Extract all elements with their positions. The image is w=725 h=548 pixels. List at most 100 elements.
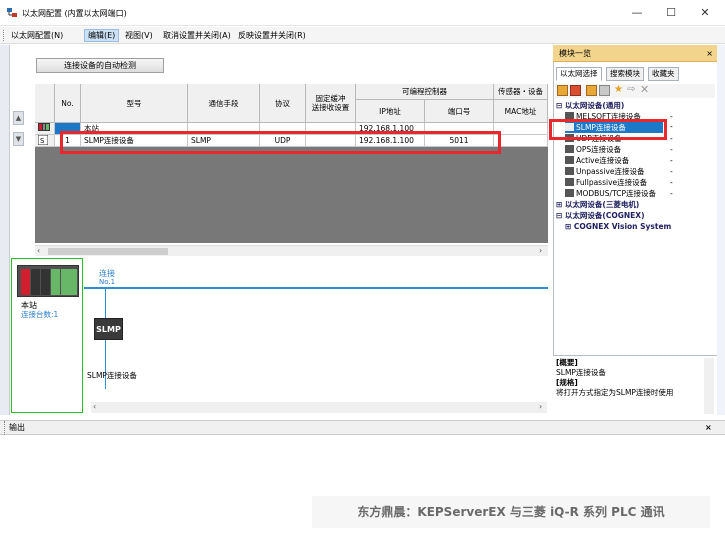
tree-item-fullpassive[interactable]: Fullpassive连接设备 - — [565, 177, 673, 188]
scroll-thumb[interactable] — [48, 248, 168, 255]
tree-label: Unpassive连接设备 — [576, 167, 645, 176]
right-dock-strip — [717, 45, 725, 415]
tree-group-cognex[interactable]: ⊟ 以太网设备(COGNEX) — [556, 210, 645, 221]
watermark-caption: 东方鼎晨：KEPServerEX 与三菱 iQ-R 系列 PLC 通讯 — [312, 496, 710, 528]
device-icon — [565, 156, 574, 164]
row-header[interactable]: S — [35, 135, 55, 147]
tree-item-active[interactable]: Active连接设备 - — [565, 155, 673, 166]
minimize-button[interactable]: — — [623, 4, 651, 22]
network-bus-line — [84, 287, 548, 289]
module-panel-title-text: 模块一览 — [559, 49, 591, 58]
desc-spec-title: [规格] — [556, 378, 578, 387]
expand-icon[interactable] — [586, 85, 597, 96]
description-scrollbar[interactable] — [704, 358, 714, 414]
device-icon — [565, 145, 574, 153]
plc-icon — [38, 123, 50, 131]
favorite-star-icon[interactable]: ★ — [614, 84, 623, 95]
network-app-icon — [7, 8, 17, 17]
delete-icon[interactable]: ✕ — [640, 83, 649, 96]
tree-item-modbus[interactable]: MODBUS/TCP连接设备 - — [565, 188, 673, 199]
station-count: 连接台数:1 — [21, 310, 59, 319]
col-ip[interactable]: IP地址 — [356, 100, 425, 123]
maximize-button[interactable]: ☐ — [657, 4, 685, 22]
tree-label: OPS连接设备 — [576, 145, 622, 154]
collapse-icon[interactable] — [599, 85, 610, 96]
auto-detect-button[interactable]: 连接设备的自动检测 — [36, 58, 164, 73]
add-favorite-icon[interactable]: ⇨ — [627, 84, 635, 95]
close-button[interactable]: ✕ — [691, 4, 719, 22]
grid-corner — [35, 84, 55, 123]
annotation-highlight-module — [549, 119, 667, 140]
module-panel-close-icon[interactable]: × — [706, 45, 713, 62]
tree-suffix: - — [670, 134, 673, 143]
device-icon — [565, 189, 574, 197]
annotation-highlight-row — [60, 131, 501, 154]
expand-icon[interactable]: ⊞ — [556, 200, 562, 209]
tree-suffix: - — [670, 122, 673, 131]
tab-search-module[interactable]: 搜索模块 — [606, 67, 644, 81]
col-no[interactable]: No. — [55, 84, 81, 123]
col-fixed-buffer[interactable]: 固定缓冲 送接收设置 — [306, 84, 356, 123]
menu-apply-close[interactable]: 反映设置并关闭(R) — [235, 30, 309, 41]
menu-ethernet-config[interactable]: 以太网配置(N) — [8, 30, 66, 41]
svg-text:S: S — [40, 137, 45, 145]
scroll-right-icon[interactable]: › — [539, 402, 542, 411]
row-down-button[interactable]: ▼ — [13, 132, 24, 146]
tree-group-general[interactable]: ⊟ 以太网设备(通用) — [556, 100, 624, 111]
scroll-right-icon[interactable]: › — [539, 246, 542, 255]
table-cell[interactable] — [494, 135, 548, 147]
tab-ethernet-select[interactable]: 以太网选择 — [556, 67, 602, 81]
col-comm-method[interactable]: 通信手段 — [188, 84, 260, 123]
tree-suffix: - — [670, 189, 673, 198]
menu-view[interactable]: 视图(V) — [122, 30, 156, 41]
table-cell[interactable] — [494, 123, 548, 135]
module-description: [概要] SLMP连接设备 [规格] 将打开方式指定为SLMP连接时使用 — [553, 355, 717, 415]
col-model[interactable]: 型号 — [81, 84, 188, 123]
tree-item-unpassive[interactable]: Unpassive连接设备 - — [565, 166, 673, 177]
output-close-icon[interactable]: × — [705, 421, 712, 435]
expand-icon[interactable]: ⊟ — [556, 211, 562, 220]
col-group-plc: 可编程控制器 — [356, 84, 494, 100]
expand-icon[interactable]: ⊟ — [556, 101, 562, 110]
sort-icon[interactable] — [557, 85, 568, 96]
col-mac[interactable]: MAC地址 — [494, 100, 548, 123]
tree-group-mitsubishi[interactable]: ⊞ 以太网设备(三菱电机) — [556, 199, 639, 210]
menu-edit[interactable]: 编辑(E) — [84, 29, 120, 42]
sort-desc-icon[interactable] — [570, 85, 581, 96]
desc-overview-title: [概要] — [556, 358, 578, 367]
tab-favorites[interactable]: 收藏夹 — [648, 67, 679, 81]
col-protocol[interactable]: 协议 — [260, 84, 306, 123]
tree-suffix: - — [670, 167, 673, 176]
tree-suffix: - — [670, 178, 673, 187]
output-panel-header: 输出 × — [0, 420, 725, 435]
menu-cancel-close[interactable]: 取消设置并关闭(A) — [160, 30, 234, 41]
desc-spec: 将打开方式指定为SLMP连接时使用 — [556, 388, 674, 397]
menu-bar: 以太网配置(N) 编辑(E) 视图(V) 取消设置并关闭(A) 反映设置并关闭(… — [0, 27, 725, 44]
link-number: No.1 — [99, 278, 116, 286]
grid-horizontal-scrollbar[interactable]: ‹ › — [35, 245, 548, 256]
expand-icon[interactable]: ⊞ — [565, 222, 571, 231]
scroll-left-icon[interactable]: ‹ — [93, 402, 96, 411]
tree-label: 以太网设备(COGNEX) — [564, 211, 645, 220]
tree-suffix: - — [670, 112, 673, 121]
network-diagram — [10, 257, 551, 415]
device-label: SLMP连接设备 — [87, 371, 137, 380]
tree-suffix: - — [670, 156, 673, 165]
device-icon — [565, 178, 574, 186]
tree-item-ops[interactable]: OPS连接设备 - — [565, 144, 673, 155]
window-title: 以太网配置 (内置以太网端口) — [22, 9, 127, 18]
desc-overview: SLMP连接设备 — [556, 368, 606, 377]
scroll-left-icon[interactable]: ‹ — [37, 246, 40, 255]
module-panel-title: 模块一览 × — [553, 45, 717, 62]
col-port[interactable]: 端口号 — [425, 100, 494, 123]
slmp-device-box[interactable]: SLMP — [94, 318, 123, 340]
slmp-device-icon: S — [37, 135, 49, 146]
diagram-horizontal-scrollbar[interactable]: ‹ › — [91, 402, 547, 413]
output-title: 输出 — [4, 421, 25, 435]
row-header[interactable] — [35, 123, 55, 135]
menu-grip[interactable] — [3, 30, 5, 41]
title-bar: 以太网配置 (内置以太网端口) — ☐ ✕ — [0, 0, 725, 26]
col-group-sensor: 传感器・设备 — [494, 84, 548, 100]
row-up-button[interactable]: ▲ — [13, 111, 24, 125]
tree-item-cognex-vision[interactable]: ⊞ COGNEX Vision System — [565, 221, 671, 232]
